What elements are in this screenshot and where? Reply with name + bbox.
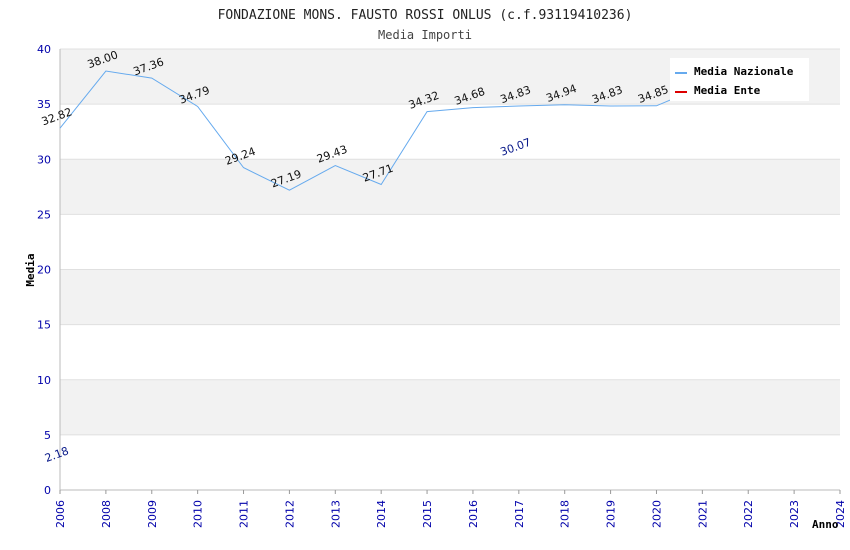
x-tick-label: 2011 (238, 500, 251, 528)
x-tick-label: 2009 (146, 500, 159, 528)
plot-band (60, 214, 840, 270)
chart-subtitle: Media Importi (378, 28, 472, 42)
x-axis-ticks: 2006 2008 2009 2010 2011 2012 2013 2014 2015 2016… (54, 490, 847, 528)
legend-label-media-nazionale: Media Nazionale (694, 65, 794, 78)
x-tick-label: 2010 (192, 500, 205, 528)
x-tick-label: 2013 (329, 500, 342, 528)
x-tick-label: 2021 (696, 500, 709, 528)
x-tick-label: 2018 (559, 500, 572, 528)
chart-title: FONDAZIONE MONS. FAUSTO ROSSI ONLUS (c.f… (218, 8, 633, 23)
y-tick-label: 20 (37, 264, 51, 277)
plot-band (60, 269, 840, 325)
plot-band (60, 104, 840, 160)
x-tick-label: 2015 (421, 500, 434, 528)
plot-band (60, 379, 840, 435)
x-tick-label: 2023 (788, 500, 801, 528)
y-tick-label: 0 (44, 484, 51, 497)
x-tick-label: 2022 (742, 500, 755, 528)
x-axis-label: Anno (812, 518, 839, 531)
y-tick-label: 35 (37, 98, 51, 111)
legend: Media Nazionale Media Ente (670, 58, 809, 101)
x-tick-label: 2019 (605, 500, 618, 528)
x-tick-label: 2008 (100, 500, 113, 528)
x-tick-label: 2012 (283, 500, 296, 528)
x-tick-label: 2016 (467, 500, 480, 528)
y-tick-label: 15 (37, 319, 51, 332)
legend-label-media-ente: Media Ente (694, 84, 761, 97)
x-tick-label: 2014 (375, 500, 388, 528)
y-tick-label: 25 (37, 208, 51, 221)
plot-band (60, 324, 840, 380)
y-tick-label: 10 (37, 374, 51, 387)
y-axis-label: Media (24, 253, 37, 286)
y-tick-label: 30 (37, 153, 51, 166)
x-tick-label: 2006 (54, 500, 67, 528)
y-tick-label: 5 (44, 429, 51, 442)
chart: FONDAZIONE MONS. FAUSTO ROSSI ONLUS (c.f… (24, 8, 847, 531)
x-tick-label: 2017 (513, 500, 526, 528)
y-tick-label: 40 (37, 43, 51, 56)
y-axis-ticks: 0 5 10 15 20 25 30 35 40 (37, 43, 51, 497)
plot-band (60, 434, 840, 490)
x-tick-label: 2020 (650, 500, 663, 528)
plot-band (60, 159, 840, 215)
